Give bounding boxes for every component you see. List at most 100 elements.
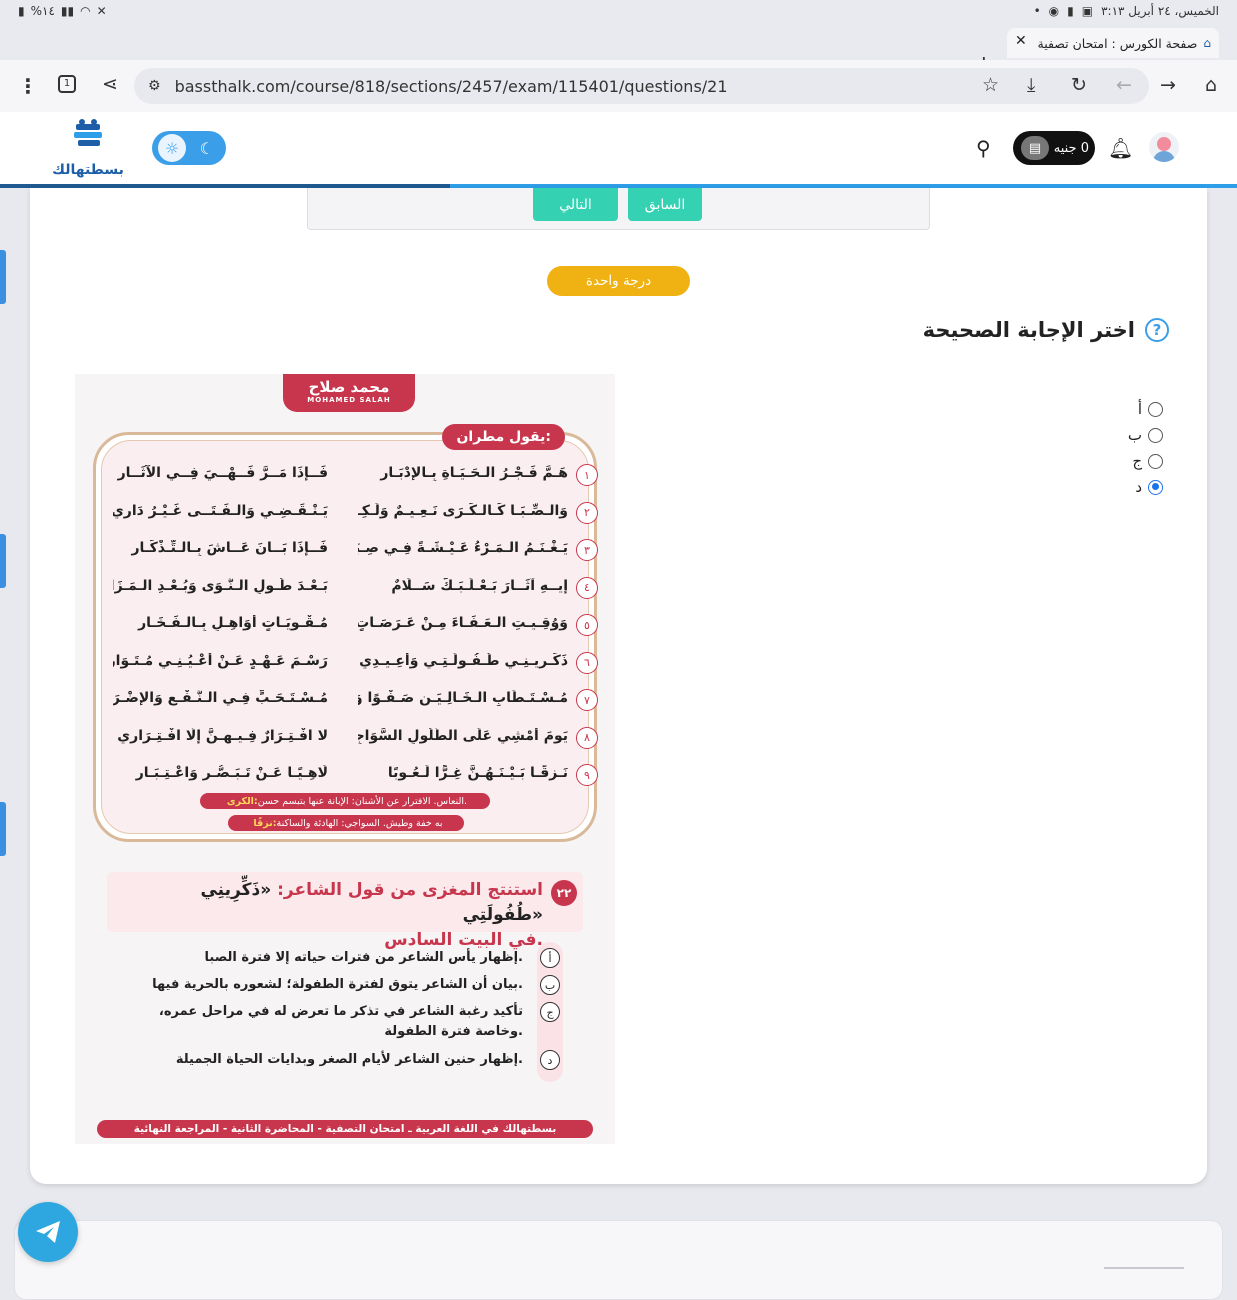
bottom-panel	[14, 1220, 1223, 1300]
image-answer-d: إظهار حنين الشاعر لأيام الصغر وبدايات ال…	[175, 1052, 523, 1067]
verse-first-hemistich: إِيــهِ آثَــارَ بَـعْـلَـبَـكَّ سَــلَا…	[391, 577, 568, 594]
search-icon[interactable]: ⚲	[976, 136, 991, 160]
site-settings-icon[interactable]: ⚙	[148, 78, 161, 94]
glossary-line-2: نزقًا: به خفة وطيش. السواجي: الهادئة وال…	[228, 815, 464, 831]
menu-dots-icon[interactable]: ⋮	[18, 76, 38, 96]
previous-button[interactable]: السابق	[628, 188, 702, 221]
share-icon[interactable]: ⋖	[102, 75, 118, 94]
verse-number: ٩	[576, 764, 598, 786]
browser-tab[interactable]: ⌂ صفحة الكورس : امتحان تصفية ✕	[1007, 28, 1219, 58]
poet-label: يقول مطران:	[442, 424, 565, 450]
tab-favicon-icon: ⌂	[1203, 36, 1211, 50]
tab-close-icon[interactable]: ✕	[1015, 33, 1027, 49]
verse-row: ١ هَـمَّ فَـجْـرُ الـحَـيَـاةِ بِـالإِدْب…	[118, 461, 598, 491]
verse-second-hemistich: مُـسْـتَـحَـبٍّ فِـي الـنَّـفْـعِ وَالإِ…	[113, 690, 328, 706]
radio-d[interactable]	[1148, 479, 1163, 495]
tab-switcher-icon[interactable]: 1	[58, 75, 76, 93]
side-marker	[0, 802, 6, 856]
verse-first-hemistich: وَوُقِـيـتِ الـعَـفَـاءَ مِـنْ عَـرَصَـا…	[358, 615, 568, 631]
verse-first-hemistich: نَـزِقًـا بَـيْـنَـهُـنَّ غِـرًّا لَـعُـ…	[387, 765, 568, 781]
download-icon[interactable]: ⤓	[1027, 76, 1035, 95]
glossary-key-2: نزقًا:	[253, 817, 277, 829]
theme-toggle[interactable]: ☼ ☾	[152, 131, 226, 165]
verse-second-hemistich: فَــإِذَا بَــانَ عَــاشَ بِـالـتِّـذْكَ…	[131, 540, 328, 556]
lock-icon: ▮	[1067, 4, 1074, 18]
telegram-icon	[36, 1221, 60, 1243]
battery-icon: ▮	[18, 4, 25, 18]
brand-badge: محمد صلاح MOHAMED SALAH	[283, 374, 415, 412]
image-answer-d-label: د	[540, 1050, 560, 1070]
moon-icon: ☾	[199, 138, 214, 158]
image-answer-a-label: أ	[540, 948, 560, 968]
tab-strip: ⌂ صفحة الكورس : امتحان تصفية ✕ +	[0, 24, 1237, 77]
brand-name: محمد صلاح	[308, 378, 390, 396]
side-marker	[0, 534, 6, 588]
option-b-label: ب	[1127, 426, 1142, 444]
option-d[interactable]: د	[1128, 474, 1163, 500]
verse-first-hemistich: وَالـصِّـبَـا كَـالـكَـرَى نَـعِـيـمٌ وَ…	[358, 502, 568, 519]
bookmark-star-icon[interactable]: ☆	[982, 76, 999, 95]
image-question-box: ٢٢ استنتج المغزى من قول الشاعر: «ذَكِّرِ…	[107, 872, 583, 950]
image-answer-b-label: ب	[540, 975, 560, 995]
logo-graphic-icon	[74, 119, 102, 146]
option-c[interactable]: ج	[1128, 448, 1163, 474]
wallet-balance: 0 جنيه	[1053, 140, 1089, 156]
verse-number: ٨	[576, 726, 598, 749]
verse-row: ٥ وَوُقِـيـتِ الـعَـفَـاءَ مِـنْ عَـرَصَـ…	[118, 611, 598, 641]
verse-row: ٢ وَالـصِّـبَـا كَـالـكَـرَى نَـعِـيـمٌ و…	[113, 499, 598, 529]
image-question-stem: استنتج المغزى من قول الشاعر:	[277, 880, 543, 900]
wallet-badge[interactable]: 0 جنيه ▤	[1013, 131, 1095, 165]
question-nav-panel	[307, 188, 930, 230]
user-avatar[interactable]	[1149, 132, 1179, 162]
verse-row: ٨ يَومَ أَمْشِي عَلَى الطُّلُولِ السَّوَا…	[117, 724, 598, 754]
mute-icon: ✕	[96, 4, 107, 18]
verse-number: ٥	[576, 614, 598, 636]
option-a-label: أ	[1137, 400, 1142, 418]
reload-icon[interactable]: ↻	[1071, 76, 1087, 95]
whatsapp-icon: ◉	[1048, 4, 1060, 18]
option-c-label: ج	[1132, 452, 1142, 470]
telegram-button[interactable]	[18, 1202, 78, 1262]
url-text: bassthalk.com/course/818/sections/2457/e…	[174, 76, 728, 96]
next-button[interactable]: التالي	[533, 188, 618, 221]
verse-number: ١	[576, 464, 598, 486]
sun-icon: ☼	[158, 134, 186, 162]
site-logo[interactable]: بسطتهالك	[52, 118, 124, 180]
notification-bell-icon[interactable]: 🔔︎	[1108, 136, 1133, 160]
glossary-text-2: به خفة وطيش. السواجي: الهادئة والساكنة	[276, 817, 443, 829]
radio-c[interactable]	[1148, 453, 1163, 469]
status-datetime: الخميس، ٢٤ أبريل ٣:١٣	[1101, 4, 1219, 18]
grade-badge: درجة واحدة	[547, 266, 690, 296]
forward-icon[interactable]: →	[1160, 76, 1176, 95]
home-icon[interactable]: ⌂	[1205, 76, 1217, 95]
question-title-row: ? اختر الإجابة الصحيحة	[923, 318, 1169, 342]
verse-row: ٩ نَـزِقًـا بَـيْـنَـهُـنَّ غِـرًّا لَـعُ…	[118, 761, 598, 791]
help-icon[interactable]: ?	[1145, 318, 1169, 342]
radio-a[interactable]	[1148, 401, 1163, 417]
image-question-tail: في البيت السادس.	[384, 930, 543, 950]
wifi-icon: ◠	[80, 4, 91, 18]
radio-b[interactable]	[1148, 427, 1163, 443]
verse-first-hemistich: يَـغْـنَـمُ الـمَـرْءُ عَـيْـشَـةً فِـي …	[358, 540, 568, 556]
brand-name-en: MOHAMED SALAH	[307, 396, 391, 404]
verse-number: ٧	[576, 689, 598, 711]
verse-number: ٤	[576, 576, 598, 599]
status-icons: ▮ %١٤ ▮▮ ◠ ✕	[18, 4, 107, 18]
status-bar: ▮ %١٤ ▮▮ ◠ ✕ الخميس، ٢٤ أبريل ٣:١٣ ▣ ▮ ◉…	[0, 0, 1237, 24]
glossary-text-1: النعاس. الافترار عن الأشنان: الإبانة عنه…	[257, 795, 468, 807]
verse-second-hemistich: فَــإِذَا مَــرَّ فَــهْــيَ فِــي الآثَ…	[117, 465, 328, 481]
gallery-icon: ▣	[1081, 4, 1094, 18]
verse-row: ٤ إِيــهِ آثَــارَ بَـعْـلَـبَـكَّ سَــلَ…	[113, 574, 598, 604]
option-b[interactable]: ب	[1128, 422, 1163, 448]
image-footer-strip: بسطتهالك في اللغة العربية ـ امتحان التصف…	[97, 1120, 593, 1138]
verse-first-hemistich: هَـمَّ فَـجْـرُ الـحَـيَـاةِ بِـالإِدْبَ…	[380, 465, 568, 481]
verse-second-hemistich: مُـقْـوِيَـاتٍ أَوَاهِـلٍ بِـالـفَـخَـار…	[138, 615, 328, 631]
image-answer-c: تأكيد رغبة الشاعر في تذكر ما تعرض له في …	[158, 1004, 523, 1039]
option-a[interactable]: أ	[1128, 396, 1163, 422]
verse-first-hemistich: ذَكِّـرِيـنِـي طُـفُـولَـتِـي وَأَعِـيـد…	[359, 652, 568, 669]
verse-number: ٣	[576, 539, 598, 561]
glossary-key-1: الكرى:	[226, 795, 258, 807]
wallet-icon: ▤	[1021, 136, 1049, 160]
back-icon[interactable]: ←	[1116, 76, 1132, 95]
verse-second-hemistich: يَـنْـقَـضِـي وَالـفَـتَــى غَـيْـرُ دَا…	[113, 502, 328, 519]
